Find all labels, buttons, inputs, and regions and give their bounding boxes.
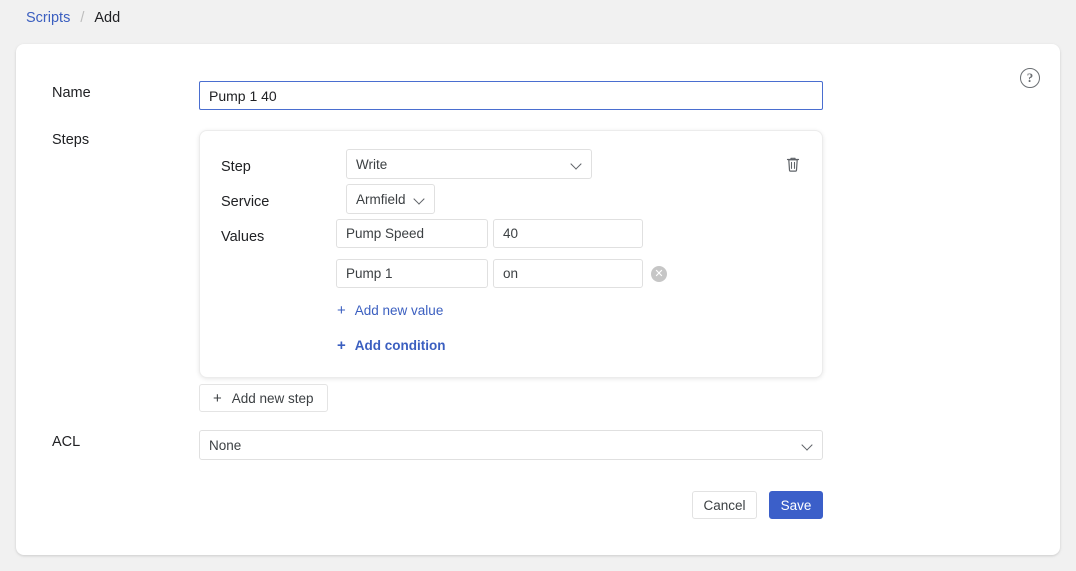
service-select[interactable]: Armfield	[346, 184, 435, 214]
add-new-value-link[interactable]: + Add new value	[337, 303, 443, 318]
values-label: Values	[221, 229, 264, 245]
chevron-down-icon	[803, 440, 813, 450]
plus-icon: +	[337, 338, 346, 353]
help-icon[interactable]: ?	[1020, 68, 1040, 88]
value-value-input[interactable]	[493, 219, 643, 248]
chevron-down-icon	[415, 194, 425, 204]
service-label: Service	[221, 194, 269, 210]
save-button[interactable]: Save	[769, 491, 823, 519]
step-label: Step	[221, 159, 251, 175]
add-new-step-label: Add new step	[232, 391, 314, 406]
value-row	[336, 219, 643, 248]
value-row: ✕	[336, 259, 667, 288]
delete-step-icon[interactable]	[785, 156, 801, 173]
step-panel: Step Write Service Armfield Values	[199, 130, 823, 378]
plus-icon: +	[213, 391, 222, 406]
acl-label: ACL	[52, 434, 80, 450]
breadcrumb: Scripts / Add	[26, 7, 120, 29]
value-key-input[interactable]	[336, 259, 488, 288]
value-key-input[interactable]	[336, 219, 488, 248]
step-type-select[interactable]: Write	[346, 149, 592, 179]
add-new-step-button[interactable]: + Add new step	[199, 384, 328, 412]
script-form-card: ? Name Steps Step Write Service Armfield…	[16, 44, 1060, 555]
breadcrumb-current-add: Add	[94, 10, 120, 26]
breadcrumb-link-scripts[interactable]: Scripts	[26, 10, 70, 26]
acl-select[interactable]: None	[199, 430, 823, 460]
steps-label: Steps	[52, 132, 89, 148]
add-condition-link[interactable]: + Add condition	[337, 338, 446, 353]
breadcrumb-separator: /	[80, 10, 84, 26]
name-label: Name	[52, 85, 91, 101]
acl-value: None	[209, 438, 241, 453]
remove-value-icon[interactable]: ✕	[651, 266, 667, 282]
step-type-value: Write	[356, 157, 387, 172]
name-input[interactable]	[199, 81, 823, 110]
value-value-input[interactable]	[493, 259, 643, 288]
chevron-down-icon	[572, 159, 582, 169]
service-value: Armfield	[356, 192, 406, 207]
plus-icon: +	[337, 303, 346, 318]
add-condition-label: Add condition	[355, 338, 446, 353]
add-new-value-label: Add new value	[355, 303, 444, 318]
cancel-button[interactable]: Cancel	[692, 491, 757, 519]
